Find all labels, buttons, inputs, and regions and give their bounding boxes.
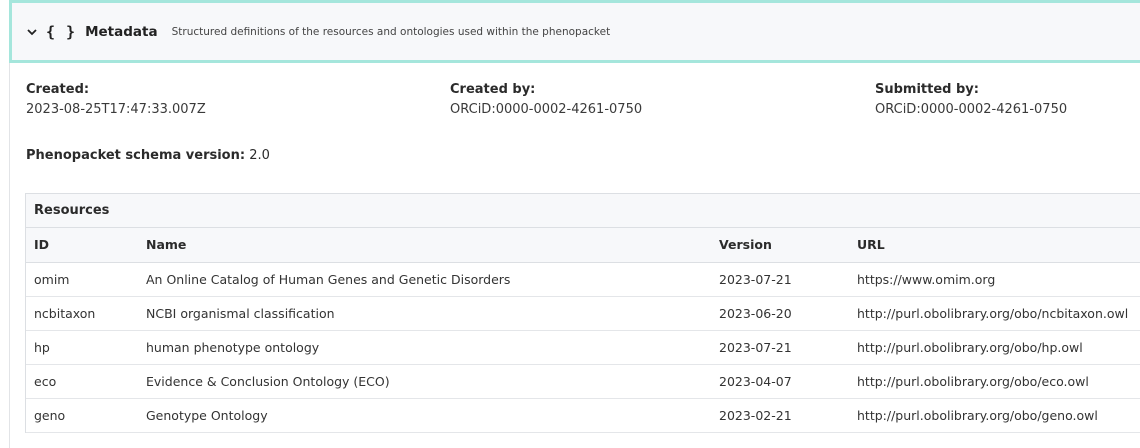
cell-name: An Online Catalog of Human Genes and Gen…	[138, 262, 711, 297]
created-by-value: ORCiD:0000-0002-4261-0750	[450, 102, 643, 117]
created-label: Created:	[26, 82, 90, 97]
cell-version: 2023-06-20	[711, 296, 849, 331]
cell-name: Evidence & Conclusion Ontology (ECO)	[138, 364, 711, 399]
cell-name: Genotype Ontology	[138, 398, 711, 433]
table-row: hp human phenotype ontology 2023-07-21 h…	[26, 330, 1140, 365]
created-field: Created: 2023-08-25T17:47:33.007Z	[26, 82, 206, 117]
schema-value: 2.0	[249, 148, 270, 163]
cell-name: human phenotype ontology	[138, 330, 711, 365]
cell-url: https://www.omim.org	[849, 262, 1140, 297]
schema-label: Phenopacket schema version:	[26, 148, 246, 163]
submitted-by-field: Submitted by: ORCiD:0000-0002-4261-0750	[875, 82, 1067, 117]
cell-version: 2023-04-07	[711, 364, 849, 399]
cell-url: http://purl.obolibrary.org/obo/hp.owl	[849, 330, 1140, 365]
submitted-by-value: ORCiD:0000-0002-4261-0750	[875, 102, 1068, 117]
cell-id: ncbitaxon	[26, 296, 138, 331]
schema-version: Phenopacket schema version: 2.0	[26, 148, 270, 163]
cell-id: hp	[26, 330, 138, 365]
created-value: 2023-08-25T17:47:33.007Z	[26, 102, 206, 117]
cell-id: geno	[26, 398, 138, 433]
column-header-url: URL	[849, 228, 1140, 263]
cell-id: eco	[26, 364, 138, 399]
table-row: eco Evidence & Conclusion Ontology (ECO)…	[26, 364, 1140, 399]
created-by-label: Created by:	[450, 82, 536, 97]
cell-id: omim	[26, 262, 138, 297]
resources-table: ID Name Version URL omim An Online Catal…	[26, 228, 1140, 433]
metadata-header[interactable]: { } Metadata Structured definitions of t…	[9, 0, 1140, 63]
resources-title: Resources	[26, 194, 1140, 228]
cell-name: NCBI organismal classification	[138, 296, 711, 331]
table-header-row: ID Name Version URL	[26, 228, 1140, 263]
braces-icon: { }	[46, 22, 77, 41]
column-header-version: Version	[711, 228, 849, 263]
cell-version: 2023-02-21	[711, 398, 849, 433]
section-title: Metadata	[85, 23, 158, 40]
table-row: ncbitaxon NCBI organismal classification…	[26, 296, 1140, 331]
resources-table-container: Resources ID Name Version URL omim An On…	[25, 193, 1140, 433]
chevron-down-icon[interactable]	[26, 26, 38, 38]
metadata-content: Created: 2023-08-25T17:47:33.007Z Create…	[9, 63, 1140, 448]
section-subtitle: Structured definitions of the resources …	[171, 25, 611, 38]
cell-url: http://purl.obolibrary.org/obo/eco.owl	[849, 364, 1140, 399]
cell-version: 2023-07-21	[711, 262, 849, 297]
metadata-panel: { } Metadata Structured definitions of t…	[9, 0, 1140, 448]
cell-url: http://purl.obolibrary.org/obo/geno.owl	[849, 398, 1140, 433]
column-header-id: ID	[26, 228, 138, 263]
table-row: geno Genotype Ontology 2023-02-21 http:/…	[26, 398, 1140, 433]
submitted-by-label: Submitted by:	[875, 82, 979, 97]
created-by-field: Created by: ORCiD:0000-0002-4261-0750	[450, 82, 642, 117]
cell-url: http://purl.obolibrary.org/obo/ncbitaxon…	[849, 296, 1140, 331]
table-row: omim An Online Catalog of Human Genes an…	[26, 262, 1140, 297]
column-header-name: Name	[138, 228, 711, 263]
cell-version: 2023-07-21	[711, 330, 849, 365]
